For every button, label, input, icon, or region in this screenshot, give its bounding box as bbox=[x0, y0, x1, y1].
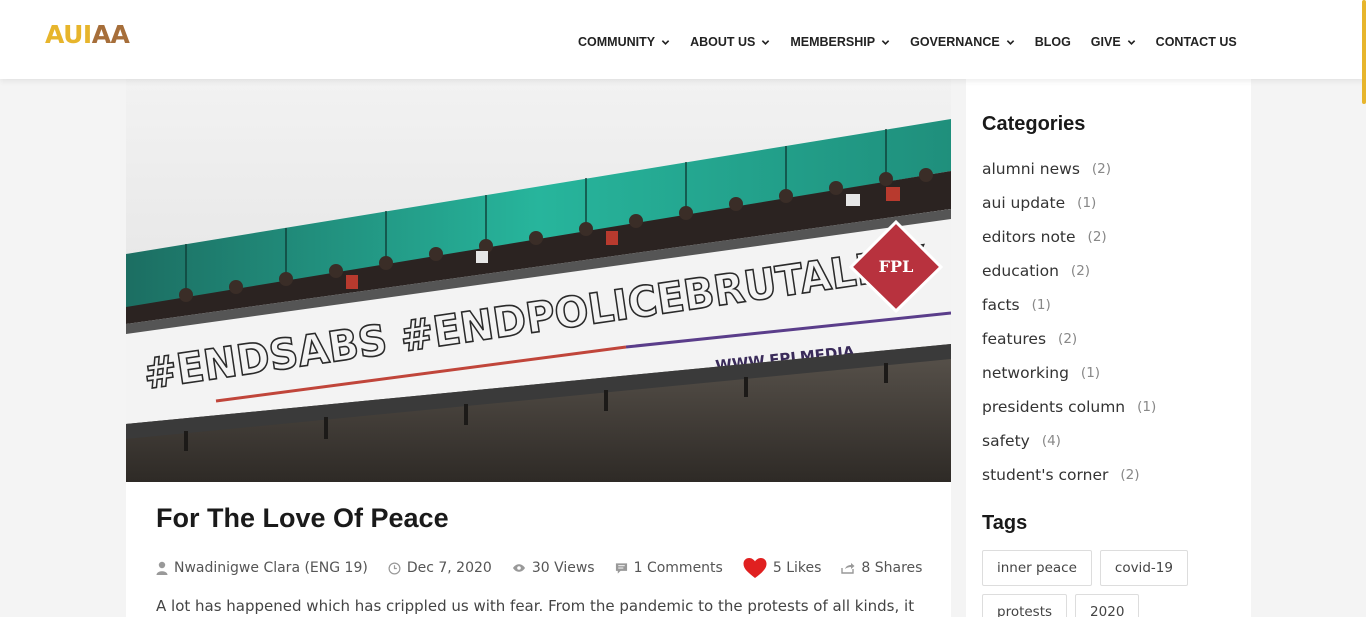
nav-label: GOVERNANCE bbox=[910, 35, 1000, 49]
main-nav: COMMUNITY ABOUT US MEMBERSHIP GOVERNANCE… bbox=[578, 35, 1237, 49]
category-item[interactable]: education (2) bbox=[982, 254, 1156, 288]
category-item[interactable]: safety (4) bbox=[982, 424, 1156, 458]
category-name: presidents column bbox=[982, 398, 1126, 416]
category-name: networking bbox=[982, 364, 1069, 382]
article-title[interactable]: For The Love Of Peace bbox=[156, 503, 449, 534]
nav-contact-us[interactable]: CONTACT US bbox=[1156, 35, 1237, 49]
category-name: aui update bbox=[982, 194, 1066, 212]
category-name: education bbox=[982, 262, 1059, 280]
category-count: (2) bbox=[1120, 467, 1140, 483]
tag-item[interactable]: inner peace bbox=[982, 550, 1092, 586]
nav-label: GIVE bbox=[1090, 35, 1121, 49]
meta-comments[interactable]: 1 Comments bbox=[615, 560, 723, 576]
category-item[interactable]: editors note (2) bbox=[982, 220, 1156, 254]
like-count: 5 Likes bbox=[772, 560, 822, 576]
chevron-down-icon bbox=[661, 39, 670, 45]
user-icon bbox=[156, 561, 168, 575]
category-count: (2) bbox=[1091, 161, 1112, 177]
protest-bridge-photo: #ENDSABS #ENDPOLICEBRUTALITY WWW.FPLMEDI… bbox=[126, 79, 951, 482]
meta-author[interactable]: Nwadinigwe Clara (ENG 19) bbox=[156, 560, 368, 576]
nav-membership[interactable]: MEMBERSHIP bbox=[790, 35, 890, 49]
publish-date: Dec 7, 2020 bbox=[406, 560, 492, 576]
chevron-down-icon bbox=[881, 39, 890, 45]
site-header: AUIAA COMMUNITY ABOUT US MEMBERSHIP GOVE… bbox=[0, 0, 1366, 79]
author-name: Nwadinigwe Clara (ENG 19) bbox=[174, 560, 368, 576]
nav-label: MEMBERSHIP bbox=[790, 35, 876, 49]
article-excerpt: A lot has happened which has crippled us… bbox=[156, 597, 915, 615]
chevron-down-icon bbox=[762, 39, 770, 45]
category-name: facts bbox=[982, 296, 1020, 314]
meta-shares[interactable]: 8 Shares bbox=[841, 560, 922, 576]
article-meta: Nwadinigwe Clara (ENG 19) Dec 7, 2020 30… bbox=[156, 557, 942, 579]
category-count: (1) bbox=[1137, 399, 1157, 415]
category-item[interactable]: student's corner (2) bbox=[982, 458, 1156, 492]
category-count: (2) bbox=[1087, 229, 1107, 245]
comment-count: 1 Comments bbox=[633, 560, 723, 576]
view-count: 30 Views bbox=[531, 560, 595, 576]
category-count: (2) bbox=[1070, 263, 1091, 279]
categories-heading: Categories bbox=[982, 113, 1086, 135]
tag-item[interactable]: covid-19 bbox=[1099, 550, 1188, 586]
category-name: student's corner bbox=[982, 466, 1109, 484]
comment-icon bbox=[615, 562, 627, 574]
logo-part-2: AA bbox=[91, 20, 130, 49]
category-item[interactable]: networking (1) bbox=[982, 356, 1156, 390]
sidebar: Categories alumni news (2) aui update (1) … bbox=[966, 79, 1251, 617]
category-count: (1) bbox=[1080, 365, 1101, 381]
nav-give[interactable]: GIVE bbox=[1091, 35, 1136, 49]
nav-about-us[interactable]: ABOUT US bbox=[690, 35, 770, 49]
scroll-progress-bar bbox=[1362, 0, 1366, 104]
nav-label: COMMUNITY bbox=[578, 35, 656, 49]
category-count: (2) bbox=[1058, 331, 1078, 347]
tags-heading: Tags bbox=[982, 512, 1028, 534]
clock-icon bbox=[388, 562, 401, 574]
tag-cloud: inner peace covid-19 protests 2020 bbox=[982, 550, 1232, 617]
meta-views: 30 Views bbox=[512, 560, 595, 576]
category-name: editors note bbox=[982, 228, 1076, 246]
site-logo[interactable]: AUIAA bbox=[45, 20, 130, 49]
category-list: alumni news (2) aui update (1) editors not… bbox=[982, 152, 1156, 492]
chevron-down-icon bbox=[1127, 39, 1135, 45]
share-icon bbox=[841, 563, 855, 574]
chevron-down-icon bbox=[1006, 39, 1014, 45]
brand-badge-text: FPL bbox=[879, 257, 914, 276]
category-count: (1) bbox=[1031, 297, 1051, 313]
category-item[interactable]: presidents column (1) bbox=[982, 390, 1156, 424]
category-item[interactable]: alumni news (2) bbox=[982, 152, 1156, 186]
heart-icon[interactable] bbox=[743, 557, 767, 579]
tag-item[interactable]: 2020 bbox=[1075, 594, 1140, 617]
share-count: 8 Shares bbox=[861, 560, 923, 576]
category-item[interactable]: features (2) bbox=[982, 322, 1156, 356]
tag-item[interactable]: protests bbox=[982, 594, 1068, 617]
nav-community[interactable]: COMMUNITY bbox=[578, 35, 670, 49]
nav-governance[interactable]: GOVERNANCE bbox=[910, 35, 1015, 49]
nav-label: ABOUT US bbox=[690, 35, 756, 49]
category-item[interactable]: aui update (1) bbox=[982, 186, 1156, 220]
category-name: alumni news bbox=[982, 160, 1080, 178]
logo-part-1: AUI bbox=[45, 20, 92, 49]
category-name: features bbox=[982, 330, 1047, 348]
eye-icon bbox=[512, 564, 525, 572]
article-card: #ENDSABS #ENDPOLICEBRUTALITY WWW.FPLMEDI… bbox=[126, 79, 951, 617]
nav-label: BLOG bbox=[1034, 35, 1071, 49]
category-name: safety bbox=[982, 432, 1030, 450]
category-count: (1) bbox=[1077, 195, 1097, 211]
meta-date: Dec 7, 2020 bbox=[388, 560, 492, 576]
nav-blog[interactable]: BLOG bbox=[1035, 35, 1071, 49]
meta-likes[interactable]: 5 Likes bbox=[743, 557, 822, 579]
nav-label: CONTACT US bbox=[1155, 35, 1237, 49]
category-count: (4) bbox=[1041, 433, 1061, 449]
category-item[interactable]: facts (1) bbox=[982, 288, 1156, 322]
article-hero-image[interactable]: #ENDSABS #ENDPOLICEBRUTALITY WWW.FPLMEDI… bbox=[126, 79, 951, 482]
